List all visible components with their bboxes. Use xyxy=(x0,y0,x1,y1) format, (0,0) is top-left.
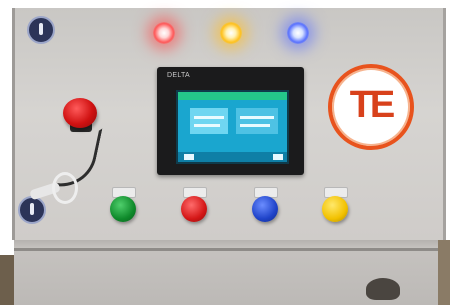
screen-panel-right xyxy=(236,108,278,134)
blue-indicator-lamp xyxy=(287,22,309,44)
company-logo: TE xyxy=(328,64,414,150)
selector-switch-bottom[interactable] xyxy=(18,196,46,224)
screen-row xyxy=(240,124,270,127)
caster-wheel xyxy=(366,278,400,300)
selector-knob xyxy=(30,203,34,215)
screen-row xyxy=(194,116,224,119)
selector-switch-top[interactable] xyxy=(27,16,55,44)
screen-header xyxy=(178,92,287,100)
floor-right xyxy=(438,240,450,305)
red-indicator-lamp xyxy=(153,22,175,44)
logo-text: TE xyxy=(349,84,396,126)
image-border xyxy=(0,0,450,8)
green-push-button[interactable] xyxy=(110,196,136,222)
screen-button[interactable] xyxy=(184,154,194,160)
hmi-screen[interactable] xyxy=(176,90,289,164)
red-push-button[interactable] xyxy=(181,196,207,222)
hmi-touch-panel: DELTA xyxy=(157,67,304,175)
blue-push-button[interactable] xyxy=(252,196,278,222)
screen-panel-left xyxy=(190,108,228,134)
keyring xyxy=(52,172,78,204)
screen-row xyxy=(194,124,220,127)
screen-row xyxy=(240,116,274,119)
hmi-brand: DELTA xyxy=(167,72,191,79)
yellow-push-button[interactable] xyxy=(322,196,348,222)
cabinet-seam xyxy=(14,248,438,251)
screen-button[interactable] xyxy=(273,154,283,160)
floor-left xyxy=(0,255,14,305)
yellow-indicator-lamp xyxy=(220,22,242,44)
selector-knob xyxy=(39,23,43,35)
screen-footer xyxy=(178,152,287,162)
control-cabinet-photo: DELTA TE xyxy=(0,0,450,305)
